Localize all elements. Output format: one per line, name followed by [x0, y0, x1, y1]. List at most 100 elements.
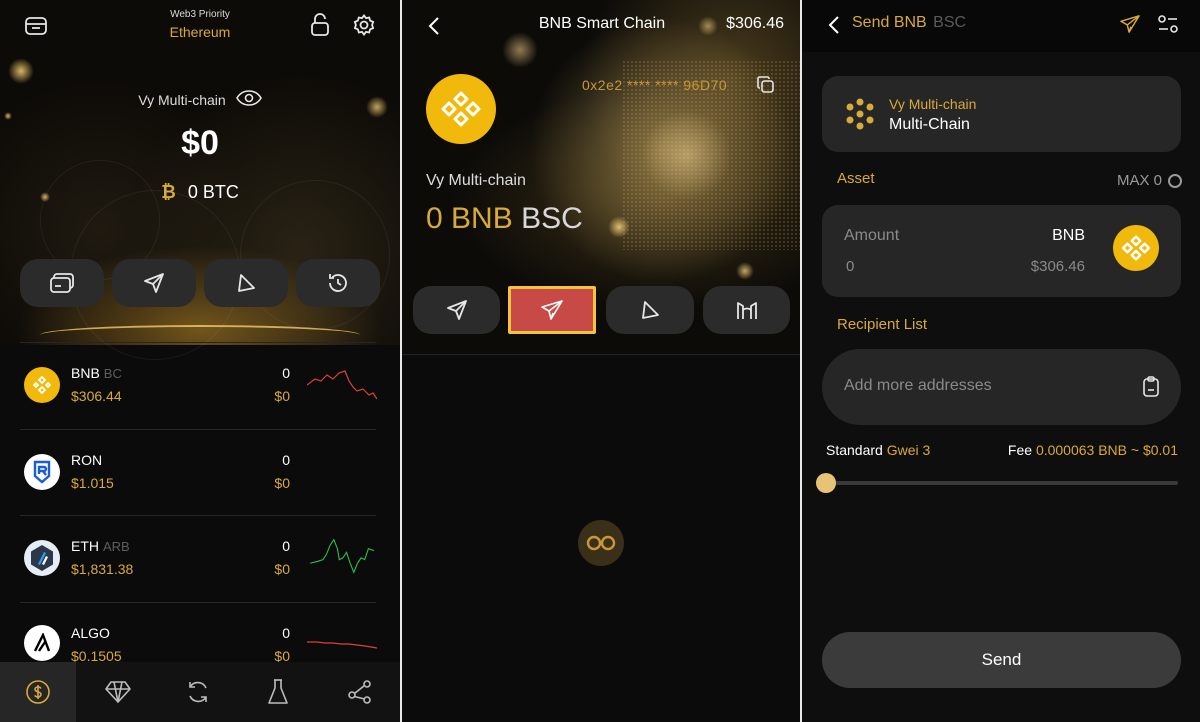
- fee-speed-label: Standard: [826, 442, 883, 458]
- max-button[interactable]: MAX 0: [1117, 172, 1182, 189]
- nav-nft[interactable]: [80, 662, 156, 722]
- send-arrow-icon: [446, 300, 467, 320]
- ronin-coin-icon: [24, 454, 60, 490]
- lock-icon[interactable]: [306, 11, 334, 39]
- asset-network: ARB: [103, 539, 130, 554]
- chevron-left-icon: [828, 16, 839, 34]
- batch-send-button[interactable]: [508, 286, 596, 334]
- asset-row[interactable]: RON $1.015 0 $0: [0, 430, 400, 516]
- bnb-coin-icon[interactable]: [1113, 225, 1159, 271]
- chain-detail-panel: BNB Smart Chain $306.46 0x2e2 **** **** …: [402, 0, 800, 722]
- asset-symbol: ALGO: [71, 625, 110, 641]
- wallet-type: Multi-Chain: [889, 116, 970, 133]
- multichain-dots-icon: [846, 98, 874, 130]
- price-sparkline: [307, 370, 377, 400]
- triangle-icon: [642, 301, 659, 319]
- send-header: Send BNB BSC: [802, 0, 1200, 52]
- asset-row[interactable]: BNB BC $306.44 0 $0: [0, 343, 400, 429]
- bottom-nav: [0, 662, 400, 722]
- send-arrow-icon: [144, 273, 164, 293]
- recipient-input[interactable]: Add more addresses: [822, 349, 1181, 425]
- fee-gwei: Gwei 3: [886, 442, 931, 458]
- bitcoin-icon: ₿: [161, 182, 176, 202]
- swap-action-button[interactable]: [606, 286, 694, 334]
- total-balance: $0: [181, 124, 219, 162]
- send-action-button[interactable]: [112, 259, 196, 307]
- asset-amount: 0: [282, 452, 290, 468]
- paper-plane-icon: [541, 300, 563, 320]
- wallet-home-panel: Web3 Priority Ethereum Vy Multi-chain $0…: [0, 0, 400, 722]
- nav-lab[interactable]: [240, 662, 316, 722]
- asset-symbol: RON: [71, 452, 103, 468]
- asset-usd-price: $306.46: [1030, 258, 1085, 275]
- fee-label: Fee: [1007, 442, 1033, 458]
- fee-slider-track[interactable]: [826, 481, 1178, 485]
- wallet-icon[interactable]: [22, 12, 50, 40]
- clipboard-icon[interactable]: [1140, 375, 1162, 399]
- empty-state-logo: [578, 520, 624, 566]
- asset-price: $1,831.38: [71, 561, 134, 577]
- send-action-button[interactable]: [413, 286, 500, 334]
- page-title: BNB Smart Chain: [538, 15, 666, 32]
- refresh-icon: [189, 681, 207, 703]
- history-button[interactable]: [296, 259, 380, 307]
- eye-icon[interactable]: [235, 90, 262, 109]
- chain-balance-network: BSC: [521, 202, 583, 235]
- wallet-address: 0x2e2 **** **** 96D70: [582, 77, 728, 93]
- amount-label: Amount: [844, 227, 900, 244]
- share-nodes-icon: [348, 680, 371, 704]
- network-selector[interactable]: Ethereum: [140, 24, 260, 40]
- btc-balance: 0 BTC: [187, 182, 239, 202]
- max-circle-icon: [1168, 173, 1182, 188]
- asset-price: $306.44: [71, 388, 122, 404]
- dollar-coin-icon: [26, 680, 50, 704]
- chain-balance-amount: 0 BNB: [426, 202, 513, 235]
- asset-value: $0: [274, 561, 290, 577]
- receive-button[interactable]: [20, 259, 104, 307]
- recipient-placeholder: Add more addresses: [844, 377, 992, 394]
- wallet-name: Vy Multi-chain: [426, 172, 526, 189]
- asset-symbol: BNB: [1052, 227, 1085, 244]
- nav-connect[interactable]: [322, 662, 398, 722]
- flask-icon: [268, 679, 288, 704]
- asset-row[interactable]: ETH ARB $1,831.38 0 $0: [0, 516, 400, 602]
- bnb-coin-icon: [24, 367, 60, 403]
- amount-input[interactable]: 0: [846, 258, 854, 275]
- btc-balance-row: ₿ 0 BTC: [0, 182, 400, 203]
- back-button[interactable]: [422, 12, 446, 40]
- paper-plane-icon[interactable]: [1118, 12, 1142, 36]
- nav-swap[interactable]: [160, 662, 236, 722]
- bridge-action-button[interactable]: [703, 286, 790, 334]
- amount-card[interactable]: Amount 0 BNB $306.46: [822, 205, 1181, 297]
- asset-label: Asset: [837, 170, 875, 187]
- send-panel: Send BNB BSC Vy Multi-chain Multi-Chain …: [802, 0, 1200, 722]
- fee-slider-handle[interactable]: [816, 473, 836, 493]
- max-label: MAX 0: [1116, 172, 1162, 189]
- price-sparkline: [310, 538, 374, 574]
- gear-icon[interactable]: [350, 11, 378, 39]
- nav-assets[interactable]: [0, 662, 76, 722]
- page-title: Send BNB BSC: [852, 14, 966, 32]
- settings-sliders-icon[interactable]: [1156, 12, 1180, 36]
- price-sparkline: [307, 641, 377, 649]
- bridge-icon: [736, 302, 757, 319]
- card-icon: [50, 273, 74, 293]
- wallet-selector[interactable]: Vy Multi-chain Multi-Chain: [822, 76, 1181, 152]
- history-icon: [329, 274, 347, 292]
- chevron-left-icon: [428, 17, 439, 35]
- arbitrum-coin-icon: [24, 540, 60, 576]
- diamond-icon: [105, 681, 131, 703]
- back-button[interactable]: [824, 12, 844, 38]
- chain-balance: 0 BNB BSC: [426, 202, 583, 236]
- copy-icon[interactable]: [756, 75, 776, 95]
- asset-value: $0: [274, 388, 290, 404]
- asset-amount: 0: [282, 365, 290, 381]
- recipient-list-label: Recipient List: [837, 316, 928, 333]
- swap-action-button[interactable]: [204, 259, 288, 307]
- asset-price: $1.015: [71, 475, 114, 491]
- send-title-network: BSC: [933, 14, 967, 31]
- wallet-name: Vy Multi-chain: [138, 91, 226, 108]
- wallet-name: Vy Multi-chain: [889, 96, 977, 112]
- asset-value: $0: [274, 475, 290, 491]
- send-button[interactable]: Send: [822, 632, 1181, 688]
